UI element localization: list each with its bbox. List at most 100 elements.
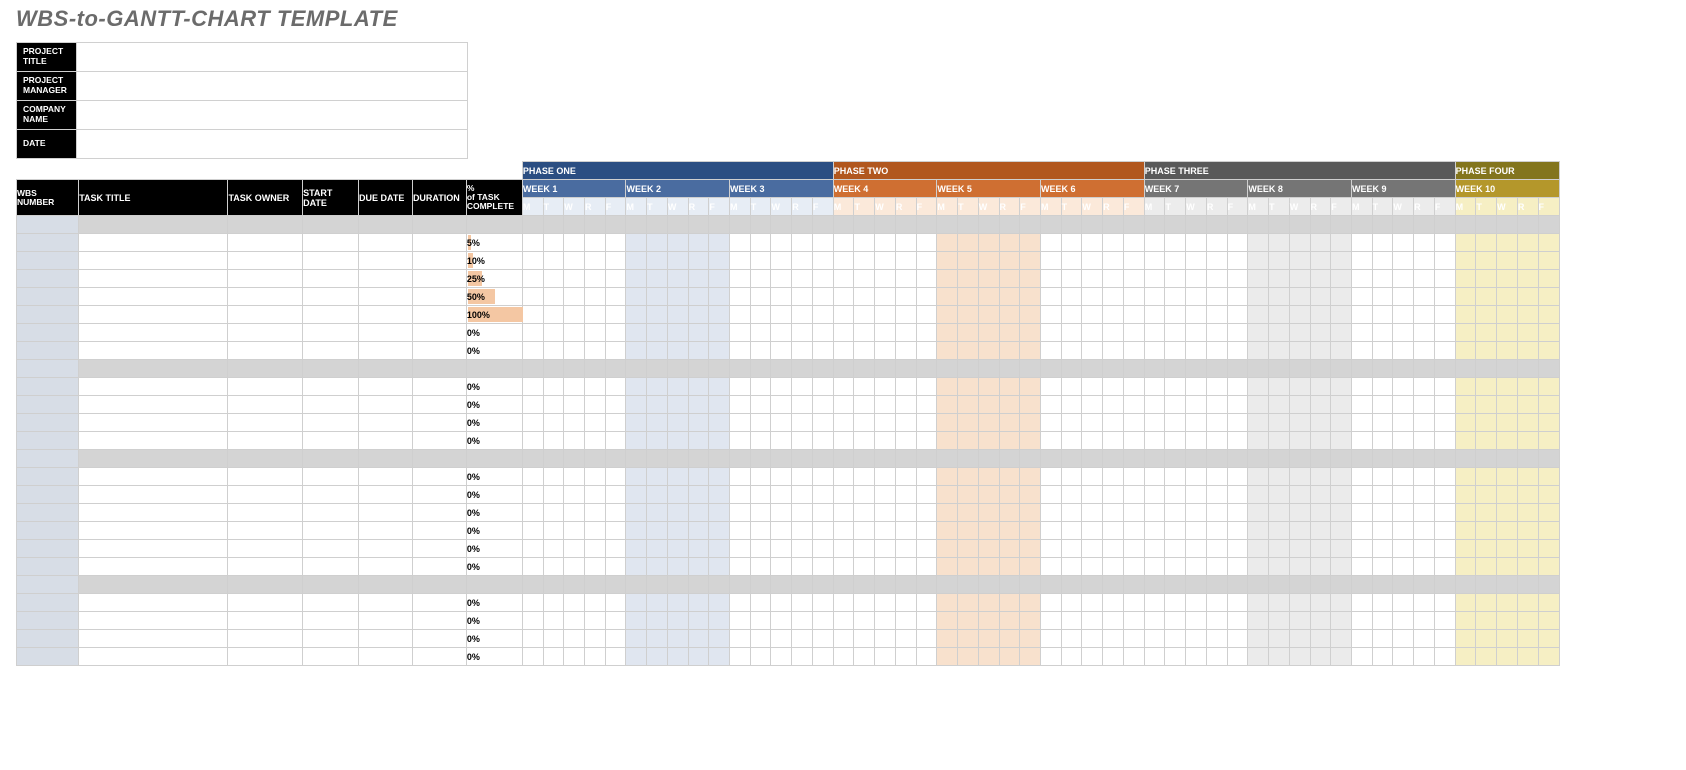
gantt-cell[interactable] [1497,234,1518,252]
dur-cell[interactable] [412,216,466,234]
gantt-cell[interactable] [1082,414,1103,432]
gantt-cell[interactable] [730,414,751,432]
gantt-cell[interactable] [543,216,564,234]
gantt-cell[interactable] [1144,648,1165,666]
gantt-cell[interactable] [1227,216,1248,234]
dur-cell[interactable] [412,396,466,414]
gantt-cell[interactable] [1186,648,1207,666]
gantt-cell[interactable] [1269,612,1290,630]
gantt-cell[interactable] [522,234,543,252]
gantt-cell[interactable] [937,252,958,270]
gantt-cell[interactable] [709,504,730,522]
gantt-cell[interactable] [1227,450,1248,468]
gantt-cell[interactable] [667,612,688,630]
gantt-cell[interactable] [1206,306,1227,324]
gantt-cell[interactable] [688,234,709,252]
gantt-cell[interactable] [585,648,606,666]
gantt-cell[interactable] [812,252,833,270]
gantt-cell[interactable] [1455,648,1476,666]
gantt-cell[interactable] [875,396,896,414]
gantt-cell[interactable] [1206,576,1227,594]
gantt-cell[interactable] [522,360,543,378]
gantt-cell[interactable] [1434,432,1455,450]
gantt-cell[interactable] [1082,342,1103,360]
gantt-cell[interactable] [522,324,543,342]
gantt-cell[interactable] [1414,540,1435,558]
gantt-cell[interactable] [1061,648,1082,666]
gantt-cell[interactable] [1227,270,1248,288]
gantt-cell[interactable] [1123,576,1144,594]
gantt-cell[interactable] [1517,432,1538,450]
gantt-cell[interactable] [647,216,668,234]
gantt-cell[interactable] [1538,576,1559,594]
dur-cell[interactable] [412,306,466,324]
gantt-cell[interactable] [585,594,606,612]
gantt-cell[interactable] [730,450,751,468]
gantt-cell[interactable] [750,288,771,306]
gantt-cell[interactable] [771,648,792,666]
gantt-cell[interactable] [916,378,937,396]
gantt-cell[interactable] [1310,504,1331,522]
gantt-cell[interactable] [709,612,730,630]
gantt-cell[interactable] [792,450,813,468]
gantt-cell[interactable] [564,270,585,288]
gantt-cell[interactable] [1517,252,1538,270]
wbs-cell[interactable] [17,432,79,450]
gantt-cell[interactable] [626,540,647,558]
gantt-cell[interactable] [1020,576,1041,594]
pct-complete-cell[interactable]: 0% [466,648,522,666]
gantt-cell[interactable] [1248,486,1269,504]
gantt-cell[interactable] [812,306,833,324]
gantt-cell[interactable] [833,216,854,234]
gantt-cell[interactable] [1227,396,1248,414]
wbs-cell[interactable] [17,594,79,612]
gantt-cell[interactable] [895,558,916,576]
gantt-cell[interactable] [1289,396,1310,414]
gantt-cell[interactable] [750,270,771,288]
gantt-cell[interactable] [1227,558,1248,576]
task-cell[interactable] [79,324,228,342]
gantt-cell[interactable] [626,252,647,270]
gantt-cell[interactable] [1186,270,1207,288]
owner-cell[interactable] [228,522,303,540]
gantt-cell[interactable] [895,504,916,522]
gantt-cell[interactable] [1123,630,1144,648]
gantt-cell[interactable] [1186,486,1207,504]
gantt-cell[interactable] [812,522,833,540]
gantt-cell[interactable] [999,486,1020,504]
gantt-cell[interactable] [812,360,833,378]
gantt-cell[interactable] [1165,648,1186,666]
gantt-cell[interactable] [833,450,854,468]
task-cell[interactable] [79,576,228,594]
gantt-cell[interactable] [1227,576,1248,594]
gantt-cell[interactable] [1310,342,1331,360]
gantt-cell[interactable] [1248,252,1269,270]
gantt-cell[interactable] [1040,630,1061,648]
gantt-cell[interactable] [667,594,688,612]
gantt-cell[interactable] [1061,234,1082,252]
gantt-cell[interactable] [1289,594,1310,612]
gantt-cell[interactable] [958,252,979,270]
gantt-cell[interactable] [1517,216,1538,234]
gantt-cell[interactable] [812,612,833,630]
gantt-cell[interactable] [1227,540,1248,558]
gantt-cell[interactable] [1082,486,1103,504]
gantt-cell[interactable] [999,432,1020,450]
gantt-cell[interactable] [1476,612,1497,630]
gantt-cell[interactable] [1497,396,1518,414]
gantt-cell[interactable] [1414,252,1435,270]
gantt-cell[interactable] [1351,468,1372,486]
gantt-cell[interactable] [1289,252,1310,270]
gantt-cell[interactable] [1020,540,1041,558]
gantt-cell[interactable] [522,486,543,504]
gantt-cell[interactable] [812,270,833,288]
gantt-cell[interactable] [1393,612,1414,630]
gantt-cell[interactable] [1227,630,1248,648]
gantt-cell[interactable] [1227,468,1248,486]
due-cell[interactable] [359,468,413,486]
gantt-cell[interactable] [1248,414,1269,432]
gantt-cell[interactable] [1103,522,1124,540]
gantt-cell[interactable] [543,378,564,396]
gantt-cell[interactable] [792,432,813,450]
gantt-cell[interactable] [605,414,626,432]
